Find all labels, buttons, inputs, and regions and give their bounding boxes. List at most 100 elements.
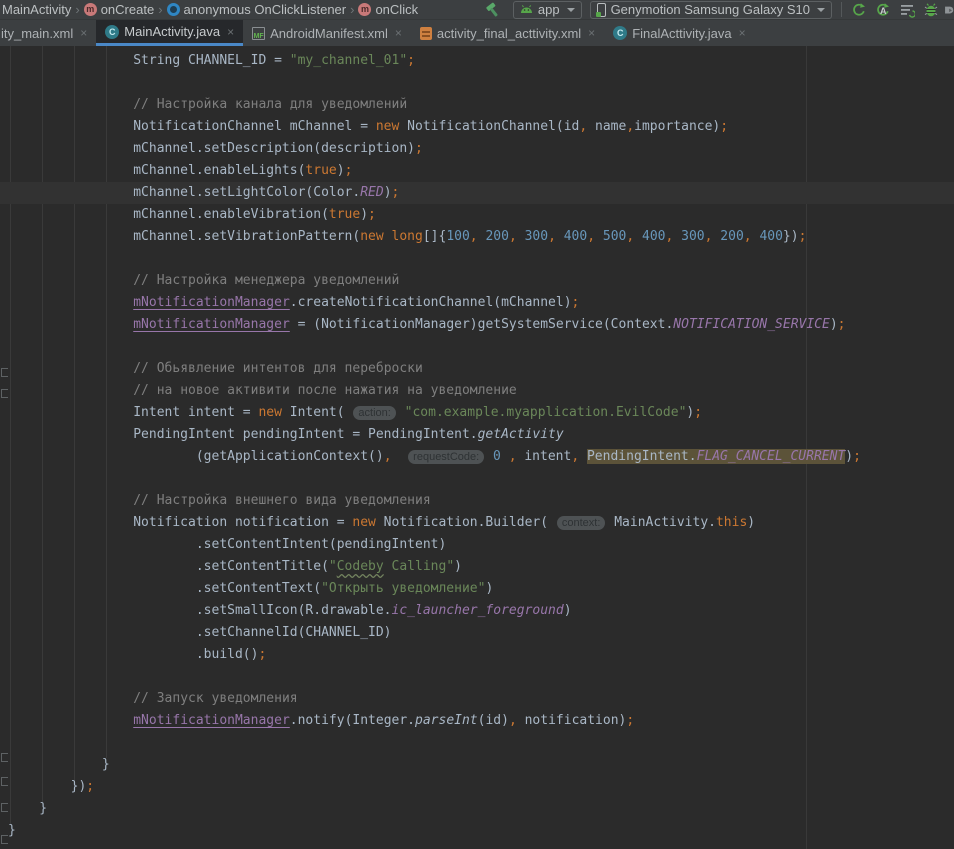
code-editor[interactable]: String CHANNEL_ID = "my_channel_01"; // … (0, 46, 954, 849)
svg-text:A: A (880, 6, 887, 16)
code-line[interactable]: .setContentIntent(pendingIntent) (8, 534, 954, 556)
attach-profiler-button[interactable] (943, 0, 954, 20)
code-line[interactable]: mChannel.enableLights(true); (8, 160, 954, 182)
tab-label: AndroidManifest.xml (270, 26, 388, 41)
fold-marker[interactable] (1, 368, 8, 377)
code-line[interactable]: // Запуск уведомления (8, 688, 954, 710)
code-line[interactable]: // Настройка внешнего вида уведомления (8, 490, 954, 512)
apply-changes-button[interactable] (847, 0, 871, 20)
breadcrumb-item-onclick[interactable]: m onClick (358, 2, 418, 17)
method-icon: m (84, 3, 97, 16)
code-line[interactable]: mNotificationManager = (NotificationMana… (8, 314, 954, 336)
fold-marker[interactable] (1, 389, 8, 398)
code-line[interactable]: mNotificationManager.notify(Integer.pars… (8, 710, 954, 732)
android-icon (520, 5, 533, 14)
bug-icon (923, 2, 939, 18)
java-class-icon: C (613, 26, 627, 40)
code-line-current[interactable]: mChannel.setLightColor(Color.RED); (0, 182, 954, 204)
breadcrumb-item-oncreate[interactable]: m onCreate (84, 2, 154, 17)
run-configuration-selector[interactable]: app (513, 1, 582, 19)
code-line[interactable]: mNotificationManager.createNotificationC… (8, 292, 954, 314)
fold-marker[interactable] (1, 777, 8, 786)
breadcrumb-label: onCreate (101, 2, 154, 17)
hammer-icon (485, 2, 501, 18)
code-line[interactable]: Notification notification = new Notifica… (8, 512, 954, 534)
method-icon: m (358, 3, 371, 16)
build-button[interactable] (481, 0, 505, 20)
code-line[interactable] (8, 248, 954, 270)
code-line[interactable]: // Настройка канала для уведомлений (8, 94, 954, 116)
tab-label: MainActivity.java (124, 24, 220, 39)
code-line[interactable] (8, 468, 954, 490)
breadcrumb-item-mainactivity[interactable]: MainActivity (2, 2, 71, 17)
close-icon[interactable]: × (588, 26, 595, 40)
profiler-icon (943, 2, 954, 18)
fold-marker[interactable] (1, 753, 8, 762)
code-line[interactable]: .setSmallIcon(R.drawable.ic_launcher_for… (8, 600, 954, 622)
device-selector[interactable]: Genymotion Samsung Galaxy S10 (590, 1, 832, 19)
list-refresh-icon (899, 2, 915, 18)
tab-label: ity_main.xml (1, 26, 73, 41)
tab-activity-final-acttivity-xml[interactable]: activity_final_acttivity.xml × (411, 20, 604, 46)
code-line[interactable]: Intent intent = new Intent( action: "com… (8, 402, 954, 424)
code-line[interactable]: String CHANNEL_ID = "my_channel_01"; (8, 50, 954, 72)
apply-code-changes-icon: A (875, 2, 891, 18)
code-line[interactable]: NotificationChannel mChannel = new Notif… (8, 116, 954, 138)
breadcrumb-item-anonymous-onclicklistener[interactable]: anonymous OnClickListener (167, 2, 347, 17)
code-line[interactable] (8, 732, 954, 754)
main-toolbar: MainActivity › m onCreate › anonymous On… (0, 0, 954, 20)
breadcrumb-separator-icon: › (158, 2, 162, 17)
list-refresh-button[interactable] (895, 0, 919, 20)
run-configuration-label: app (538, 2, 560, 17)
code-line[interactable]: mChannel.setDescription(description); (8, 138, 954, 160)
tab-finalacttivity-java[interactable]: C FinalActtivity.java × (604, 20, 754, 46)
close-icon[interactable]: × (227, 25, 234, 39)
code-line[interactable]: mChannel.enableVibration(true); (8, 204, 954, 226)
code-line[interactable]: } (8, 754, 954, 776)
editor-tabbar: ity_main.xml × C MainActivity.java × MF … (0, 20, 954, 46)
fold-marker[interactable] (1, 803, 8, 812)
code-line[interactable]: .setContentText("Открыть уведомление") (8, 578, 954, 600)
code-line[interactable]: PendingIntent pendingIntent = PendingInt… (8, 424, 954, 446)
code-line[interactable] (8, 336, 954, 358)
code-line[interactable]: mChannel.setVibrationPattern(new long[]{… (8, 226, 954, 248)
breadcrumb-label: onClick (375, 2, 418, 17)
code-line[interactable]: } (8, 798, 954, 820)
tab-androidmanifest-xml[interactable]: MF AndroidManifest.xml × (243, 20, 411, 46)
chevron-down-icon (567, 8, 575, 12)
layout-file-icon (420, 27, 432, 40)
anonymous-class-icon (167, 3, 180, 16)
breadcrumb-separator-icon: › (350, 2, 354, 17)
toolbar-actions: app Genymotion Samsung Galaxy S10 A (481, 0, 954, 20)
tab-mainactivity-java[interactable]: C MainActivity.java × (96, 20, 243, 46)
code-line[interactable]: .setContentTitle("Codeby Calling") (8, 556, 954, 578)
close-icon[interactable]: × (395, 26, 402, 40)
code-line[interactable]: // Обьявление интентов для переброски (8, 358, 954, 380)
breadcrumb: MainActivity › m onCreate › anonymous On… (2, 2, 418, 17)
tab-label: activity_final_acttivity.xml (437, 26, 581, 41)
apply-changes-icon (851, 2, 867, 18)
fold-marker[interactable] (1, 835, 8, 844)
java-class-icon: C (105, 25, 119, 39)
close-icon[interactable]: × (80, 26, 87, 40)
tab-label: FinalActtivity.java (632, 26, 731, 41)
code-line[interactable]: }); (8, 776, 954, 798)
code-line[interactable] (8, 72, 954, 94)
manifest-file-icon: MF (252, 27, 265, 40)
code-line[interactable]: // Настройка менеджера уведомлений (8, 270, 954, 292)
toolbar-divider (841, 2, 842, 17)
code-line[interactable] (8, 666, 954, 688)
code-line[interactable]: .build(); (8, 644, 954, 666)
tab-activity-main-xml[interactable]: ity_main.xml × (0, 20, 96, 46)
breadcrumb-label: MainActivity (2, 2, 71, 17)
code-line[interactable]: (getApplicationContext(), requestCode: 0… (8, 446, 954, 468)
code-line[interactable]: } (8, 820, 954, 842)
code-line[interactable]: .setChannelId(CHANNEL_ID) (8, 622, 954, 644)
phone-icon (597, 3, 606, 17)
close-icon[interactable]: × (739, 26, 746, 40)
apply-code-changes-button[interactable]: A (871, 0, 895, 20)
chevron-down-icon (817, 8, 825, 12)
code-area: String CHANNEL_ID = "my_channel_01"; // … (8, 50, 954, 842)
debug-button[interactable] (919, 0, 943, 20)
code-line[interactable]: // на новое активити после нажатия на ув… (8, 380, 954, 402)
